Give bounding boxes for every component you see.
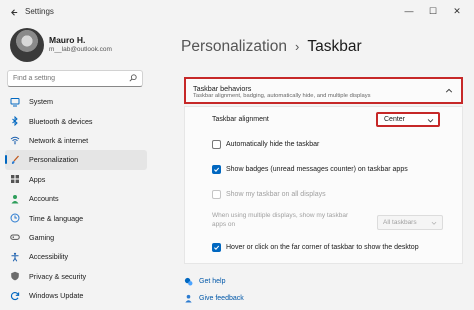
sidebar-item-label: Time & language (29, 213, 84, 223)
search-input[interactable] (13, 73, 123, 84)
bluetooth-icon (12, 116, 18, 127)
sidebar-item-accessibility[interactable]: Accessibility (5, 247, 147, 266)
sidebar-item-windows-update[interactable]: Windows Update (5, 286, 147, 305)
search-icon[interactable] (129, 74, 137, 82)
taskbar-behaviors-panel (184, 106, 463, 264)
taskbar-alignment-select[interactable]: Center (376, 112, 440, 127)
page-title: Taskbar (307, 38, 362, 55)
monitor-icon (10, 97, 20, 107)
window-title: Settings (25, 7, 54, 16)
chevron-down-icon (431, 221, 437, 225)
sidebar-item-gaming[interactable]: Gaming (5, 228, 147, 247)
shield-icon (11, 272, 19, 281)
sidebar-item-label: Accessibility (29, 252, 69, 262)
multi-display-select[interactable]: All taskbars (377, 215, 443, 230)
far-corner-label: Hover or click on the far corner of task… (226, 244, 419, 251)
far-corner-checkbox[interactable] (212, 243, 221, 252)
sidebar-item-privacy[interactable]: Privacy & security (5, 267, 147, 286)
show-badges-label: Show badges (unread messages counter) on… (226, 166, 408, 173)
show-badges-checkbox[interactable] (212, 165, 221, 174)
give-feedback-label: Give feedback (199, 295, 244, 302)
close-button[interactable]: ✕ (446, 3, 468, 19)
wifi-icon (10, 137, 20, 145)
person-icon (11, 194, 19, 204)
chevron-up-icon[interactable] (445, 87, 453, 95)
sidebar-item-label: Privacy & security (29, 271, 87, 281)
sidebar-item-time-language[interactable]: Time & language (5, 208, 147, 227)
get-help-link[interactable]: Get help (184, 277, 225, 286)
breadcrumb-separator: › (294, 39, 300, 54)
checkmark-icon (214, 167, 220, 172)
section-title: Taskbar behaviors (193, 84, 252, 93)
sidebar-item-network[interactable]: Network & internet (5, 131, 147, 150)
accessibility-icon (11, 252, 19, 262)
chevron-down-icon (427, 119, 434, 123)
sidebar-item-label: Accounts (29, 194, 59, 204)
all-displays-checkbox[interactable] (212, 190, 221, 199)
avatar[interactable] (10, 28, 44, 62)
auto-hide-checkbox[interactable] (212, 140, 221, 149)
sidebar-item-apps[interactable]: Apps (5, 170, 147, 189)
sidebar-item-system[interactable]: System (5, 92, 147, 111)
brush-icon (11, 155, 19, 164)
title-bar: Settings — ☐ ✕ (0, 0, 474, 24)
sidebar-item-label: Bluetooth & devices (29, 116, 93, 126)
minimize-button[interactable]: — (398, 3, 420, 19)
checkmark-icon (214, 245, 220, 250)
maximize-button[interactable]: ☐ (422, 3, 444, 19)
taskbar-alignment-value: Center (384, 116, 406, 123)
give-feedback-link[interactable]: Give feedback (184, 294, 244, 303)
multi-display-label-line1: When using multiple displays, show my ta… (212, 212, 349, 219)
user-email: m__lab@outlook.com (49, 46, 112, 53)
breadcrumb: Personalization › Taskbar (181, 38, 362, 56)
multi-display-value: All taskbars (383, 219, 417, 226)
back-arrow-icon[interactable] (10, 8, 19, 17)
sidebar-item-label: System (29, 97, 53, 107)
update-icon (10, 291, 20, 300)
sidebar-item-accounts[interactable]: Accounts (5, 189, 147, 208)
auto-hide-label: Automatically hide the taskbar (226, 141, 320, 148)
sidebar-item-bluetooth[interactable]: Bluetooth & devices (5, 111, 147, 130)
globe-clock-icon (10, 213, 20, 223)
section-subtitle: Taskbar alignment, badging, automaticall… (193, 93, 371, 99)
all-displays-label: Show my taskbar on all displays (226, 191, 326, 198)
get-help-label: Get help (199, 278, 226, 285)
user-name: Mauro H. (49, 35, 86, 45)
sidebar-nav: System Bluetooth & devices Network & int… (5, 92, 147, 305)
taskbar-alignment-label: Taskbar alignment (212, 116, 269, 123)
feedback-icon (185, 294, 192, 303)
sidebar-item-label: Apps (29, 174, 46, 184)
search-box[interactable] (7, 70, 143, 87)
sidebar-item-personalization[interactable]: Personalization (5, 150, 147, 170)
help-icon (184, 277, 193, 286)
gamepad-icon (10, 234, 20, 241)
sidebar-item-label: Gaming (29, 232, 55, 242)
taskbar-behaviors-header[interactable]: Taskbar behaviors Taskbar alignment, bad… (184, 77, 463, 104)
breadcrumb-parent[interactable]: Personalization (181, 38, 287, 55)
multi-display-label-line2: apps on (212, 221, 236, 228)
sidebar-item-label: Network & internet (29, 135, 89, 145)
apps-icon (11, 175, 19, 184)
sidebar-item-label: Windows Update (29, 291, 84, 301)
sidebar-item-label: Personalization (29, 155, 79, 165)
